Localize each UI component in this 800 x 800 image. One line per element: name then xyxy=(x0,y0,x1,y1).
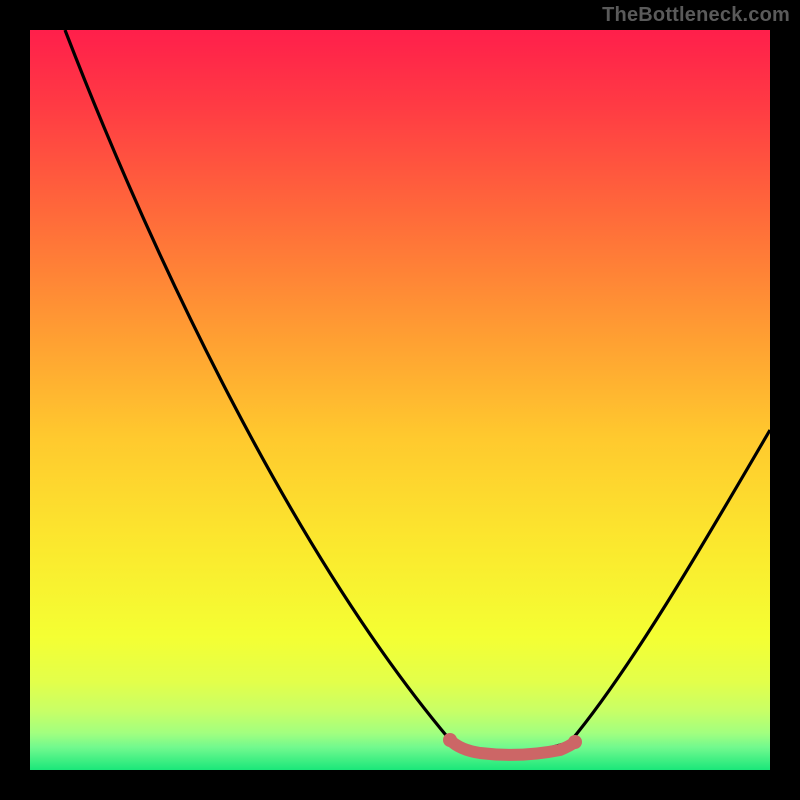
watermark-text: TheBottleneck.com xyxy=(602,4,790,27)
optimal-end-dot xyxy=(568,735,582,749)
bottleneck-curve xyxy=(30,30,770,770)
optimal-start-dot xyxy=(443,733,457,747)
curve-line xyxy=(65,30,770,753)
optimal-range-marker xyxy=(450,740,575,755)
plot-area xyxy=(30,30,770,770)
chart-frame: TheBottleneck.com xyxy=(0,0,800,800)
